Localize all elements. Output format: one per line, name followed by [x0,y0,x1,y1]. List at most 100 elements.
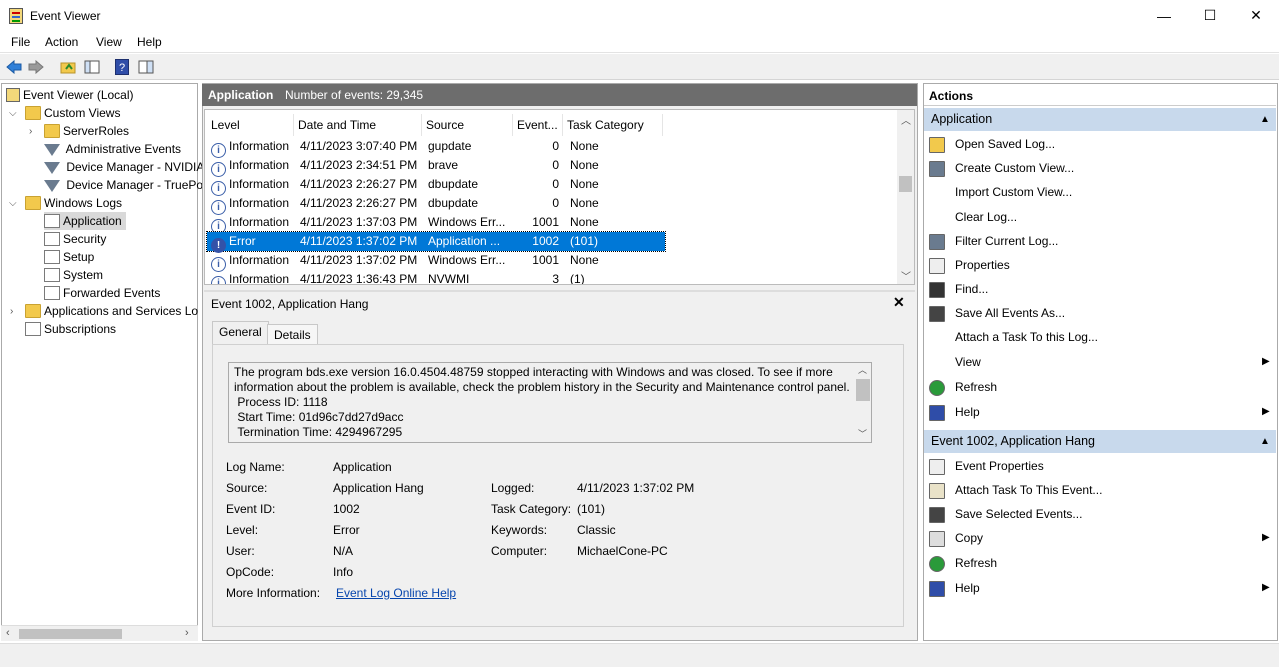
menu-action[interactable]: Action [45,35,78,49]
close-detail-icon[interactable]: ✕ [893,294,905,311]
minimize-button[interactable]: — [1141,0,1187,31]
action-create-custom-view[interactable]: Create Custom View... [955,161,1074,175]
tree-item-application[interactable]: Application [44,212,126,230]
action-filter-current-log[interactable]: Filter Current Log... [955,234,1058,248]
action-event-properties[interactable]: Event Properties [955,459,1044,473]
value-log-name[interactable]: Application [333,460,392,474]
table-row[interactable]: i Information 4/11/2023 2:26:27 PM dbupdate… [207,175,665,196]
scroll-left-icon[interactable]: ‹ [6,627,10,639]
scroll-down-icon[interactable]: ﹀ [858,427,867,440]
action-refresh[interactable]: Refresh [955,556,997,570]
cell-date-time: 4/11/2023 1:36:43 PM [300,272,418,285]
table-row[interactable]: i Information 4/11/2023 3:07:40 PM gupdate 0… [207,137,665,158]
label-level: Level: [226,523,259,537]
value-task-category[interactable]: (101) [577,502,605,516]
tree-item-custom-views[interactable]: Custom Views [25,104,120,122]
action-help[interactable]: Help [955,405,980,419]
scrollbar-thumb[interactable] [856,379,870,401]
chevron-down-icon[interactable]: ⌵ [9,198,17,209]
tree-item-system[interactable]: System [44,266,103,284]
column-header-event-id[interactable]: Event... [513,114,563,136]
value-source[interactable]: Application Hang [333,481,424,495]
tab-general[interactable]: General [212,321,269,345]
action-help[interactable]: Help [955,581,980,595]
action-attach-a-task-to-this-log[interactable]: Attach a Task To this Log... [955,330,1098,344]
close-button[interactable]: ✕ [1233,0,1279,31]
action-properties[interactable]: Properties [955,258,1010,272]
action-import-custom-view[interactable]: Import Custom View... [955,185,1072,199]
value-user[interactable]: N/A [333,544,353,558]
show-hide-console-tree-icon[interactable] [83,58,101,76]
actions-section-event[interactable]: Event 1002, Application Hang ▲ [924,430,1276,453]
table-row[interactable]: ! Error 4/11/2023 1:37:02 PM Application ..… [206,231,666,253]
value-computer[interactable]: MichaelCone-PC [577,544,668,558]
tree-item-forwarded-events[interactable]: Forwarded Events [44,284,160,302]
grid-vertical-scrollbar[interactable]: ︿ ﹀ [897,110,914,284]
table-row[interactable]: i Information 4/11/2023 1:36:43 PM NVWMI 3 (1… [207,270,665,285]
help-icon[interactable]: ? [113,58,131,76]
description-scrollbar[interactable]: ︿ ﹀ [855,363,871,442]
scroll-up-icon[interactable]: ︿ [858,363,867,376]
menu-help[interactable]: Help [137,35,162,49]
value-logged[interactable]: 4/11/2023 1:37:02 PM [577,481,694,495]
collapse-icon[interactable]: ▲ [1260,108,1270,131]
tree-item-administrative-events[interactable]: Administrative Events [44,140,181,158]
menu-view[interactable]: View [96,35,122,49]
value-keywords[interactable]: Classic [577,523,616,537]
chevron-down-icon[interactable]: ⌵ [9,108,17,119]
column-header-task-category[interactable]: Task Category [563,114,663,136]
scroll-down-icon[interactable]: ﹀ [901,268,911,283]
column-header-source[interactable]: Source [422,114,513,136]
event-log-online-help-link[interactable]: Event Log Online Help [336,586,456,600]
table-row[interactable]: i Information 4/11/2023 1:37:02 PM Windows … [207,251,665,272]
value-opcode[interactable]: Info [333,565,353,579]
table-row[interactable]: i Information 4/11/2023 1:37:03 PM Windows … [207,213,665,234]
save-icon [929,507,945,523]
scrollbar-thumb[interactable] [19,629,122,639]
action-clear-log[interactable]: Clear Log... [955,210,1017,224]
chevron-right-icon[interactable]: › [10,306,13,317]
tree-item-security[interactable]: Security [44,230,106,248]
column-header-date-time[interactable]: Date and Time [294,114,422,136]
action-attach-task-to-this-event[interactable]: Attach Task To This Event... [955,483,1102,497]
event-description[interactable]: The program bds.exe version 16.0.4504.48… [228,362,872,443]
actions-section-application[interactable]: Application ▲ [924,108,1276,131]
event-viewer-app-icon [9,8,23,24]
scroll-right-icon[interactable]: › [185,627,189,639]
tree-item-device-manager-nvidia[interactable]: Device Manager - NVIDIA [44,158,204,176]
attach-task-icon [929,483,945,499]
action-save-all-events-as[interactable]: Save All Events As... [955,306,1065,320]
up-folder-icon[interactable] [59,58,77,76]
action-save-selected-events[interactable]: Save Selected Events... [955,507,1082,521]
maximize-button[interactable]: ☐ [1187,0,1233,31]
show-hide-action-pane-icon[interactable] [137,58,155,76]
value-level[interactable]: Error [333,523,360,537]
tree-item-event-viewer-local[interactable]: Event Viewer (Local) [6,86,134,104]
action-refresh[interactable]: Refresh [955,380,997,394]
tree-item-setup[interactable]: Setup [44,248,94,266]
tree-item-subscriptions[interactable]: Subscriptions [25,320,116,338]
menu-file[interactable]: File [11,35,30,49]
folder-icon [25,196,41,210]
tree-horizontal-scrollbar[interactable]: ‹ › [1,625,198,641]
action-find[interactable]: Find... [955,282,988,296]
menu-bar: File Action View Help [0,32,1279,53]
tree-item-serverroles[interactable]: ServerRoles [44,122,129,140]
tab-details[interactable]: Details [267,324,318,344]
forward-icon[interactable] [27,58,45,76]
back-icon[interactable] [5,58,23,76]
tree-item-applications-and-services[interactable]: Applications and Services Lo [25,302,198,320]
tree-item-device-manager-truepo[interactable]: Device Manager - TruePo [44,176,203,194]
scrollbar-thumb[interactable] [899,176,912,192]
chevron-right-icon[interactable]: › [29,126,32,137]
value-event-id[interactable]: 1002 [333,502,360,516]
column-header-level[interactable]: Level [207,114,294,136]
action-copy[interactable]: Copy [955,531,983,545]
action-view[interactable]: View [955,355,981,369]
table-row[interactable]: i Information 4/11/2023 2:34:51 PM brave 0 No… [207,156,665,177]
tree-item-windows-logs[interactable]: Windows Logs [25,194,122,212]
collapse-icon[interactable]: ▲ [1260,430,1270,453]
action-open-saved-log[interactable]: Open Saved Log... [955,137,1055,151]
scroll-up-icon[interactable]: ︿ [901,112,911,127]
table-row[interactable]: i Information 4/11/2023 2:26:27 PM dbupdate… [207,194,665,215]
